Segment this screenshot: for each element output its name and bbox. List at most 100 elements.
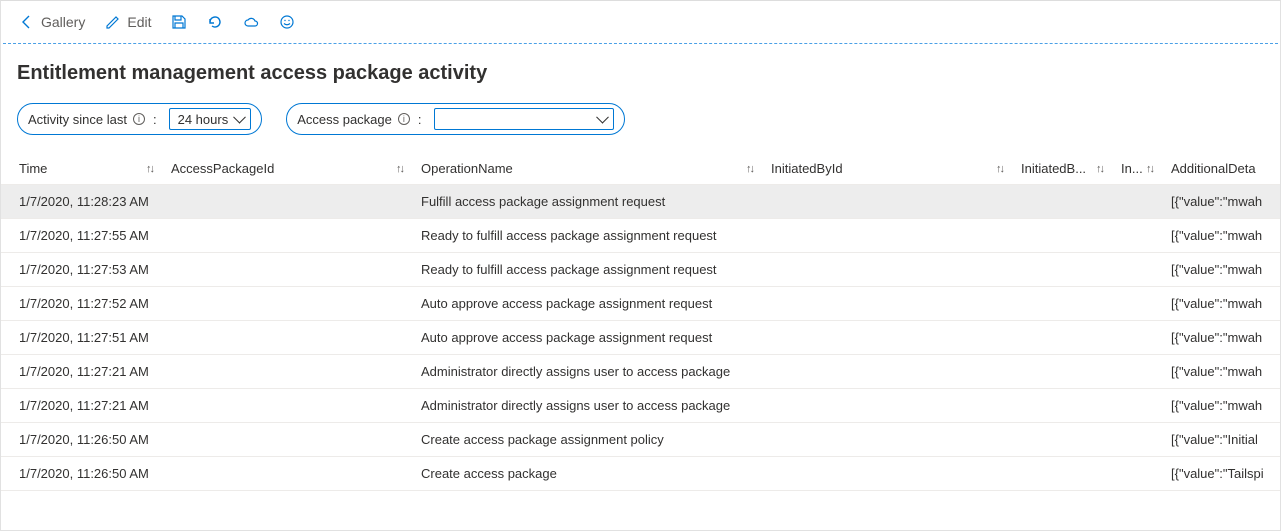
colon: : (151, 112, 159, 127)
cell-add: [{"value":"Initial (1161, 423, 1280, 457)
table-row[interactable]: 1/7/2020, 11:26:50 AMCreate access packa… (1, 457, 1280, 491)
save-button[interactable] (165, 10, 193, 34)
sort-icon[interactable]: ↑↓ (1096, 163, 1103, 175)
col-accesspackageid[interactable]: AccessPackageId↑↓ (161, 153, 411, 185)
results-table: Time↑↓ AccessPackageId↑↓ OperationName↑↓… (1, 153, 1280, 491)
sort-icon[interactable]: ↑↓ (146, 163, 153, 175)
cell-add: [{"value":"mwah (1161, 321, 1280, 355)
access-package-filter[interactable]: Access package i : (286, 103, 624, 135)
cell-add: [{"value":"Tailspi (1161, 457, 1280, 491)
cell-op: Ready to fulfill access package assignme… (411, 253, 761, 287)
cell-bytype (1011, 185, 1111, 219)
cell-byid (761, 389, 1011, 423)
cell-in (1111, 253, 1161, 287)
cell-add: [{"value":"mwah (1161, 389, 1280, 423)
col-additionaldetails[interactable]: AdditionalDeta (1161, 153, 1280, 185)
info-icon[interactable]: i (398, 113, 410, 125)
table-row[interactable]: 1/7/2020, 11:28:23 AM Fulfill access pack… (1, 185, 1280, 219)
filter-bar: Activity since last i : 24 hours Access … (1, 103, 1280, 153)
pencil-icon (105, 14, 121, 30)
sort-icon[interactable]: ↑↓ (996, 163, 1003, 175)
cell-byid (761, 287, 1011, 321)
header-row: Time↑↓ AccessPackageId↑↓ OperationName↑↓… (1, 153, 1280, 185)
table-row[interactable]: 1/7/2020, 11:27:51 AMAuto approve access… (1, 321, 1280, 355)
save-icon (171, 14, 187, 30)
cell-in (1111, 457, 1161, 491)
activity-dropdown[interactable]: 24 hours (169, 108, 252, 130)
table-row[interactable]: 1/7/2020, 11:27:21 AM Administrator direc… (1, 355, 1280, 389)
cell-byid (761, 253, 1011, 287)
refresh-button[interactable] (201, 10, 229, 34)
divider (3, 43, 1278, 44)
col-in[interactable]: In...↑↓ (1111, 153, 1161, 185)
cell-op: Administrator directly assigns user to a… (411, 389, 761, 423)
sort-icon[interactable]: ↑↓ (746, 163, 753, 175)
cell-byid (761, 423, 1011, 457)
share-button[interactable] (237, 10, 265, 34)
cell-time: 1/7/2020, 11:27:21 AM (1, 355, 161, 389)
cell-in (1111, 219, 1161, 253)
col-initiatedbytype[interactable]: InitiatedB...↑↓ (1011, 153, 1111, 185)
cell-in (1111, 287, 1161, 321)
cell-op: Create access package (411, 457, 761, 491)
sort-icon[interactable]: ↑↓ (396, 163, 403, 175)
activity-label: Activity since last (28, 112, 127, 127)
cell-byid (761, 219, 1011, 253)
toolbar: Gallery Edit (1, 1, 1280, 43)
cell-time: 1/7/2020, 11:28:23 AM (1, 185, 161, 219)
col-initiatedbyid[interactable]: InitiatedById↑↓ (761, 153, 1011, 185)
feedback-button[interactable] (273, 10, 301, 34)
cell-in (1111, 389, 1161, 423)
table-row[interactable]: 1/7/2020, 11:27:21 AMAdministrator direc… (1, 389, 1280, 423)
colon: : (416, 112, 424, 127)
cloud-icon (243, 14, 259, 30)
back-arrow-icon (19, 14, 35, 30)
table-row[interactable]: 1/7/2020, 11:27:53 AMReady to fulfill ac… (1, 253, 1280, 287)
cell-time: 1/7/2020, 11:27:55 AM (1, 219, 161, 253)
gallery-label: Gallery (41, 14, 85, 30)
cell-bytype (1011, 321, 1111, 355)
cell-op: Auto approve access package assignment r… (411, 287, 761, 321)
col-time[interactable]: Time↑↓ (1, 153, 161, 185)
cell-byid (761, 321, 1011, 355)
cell-op: Ready to fulfill access package assignme… (411, 219, 761, 253)
sort-icon[interactable]: ↑↓ (1146, 163, 1153, 175)
edit-button[interactable]: Edit (99, 10, 157, 34)
workbook-panel: Gallery Edit E (0, 0, 1281, 531)
cell-pkg (161, 185, 411, 219)
package-dropdown[interactable] (434, 108, 614, 130)
table-row[interactable]: 1/7/2020, 11:27:52 AM Auto approve access… (1, 287, 1280, 321)
package-label: Access package (297, 112, 392, 127)
cell-bytype (1011, 389, 1111, 423)
cell-bytype (1011, 219, 1111, 253)
cell-add: [{"value":"mwah (1161, 219, 1280, 253)
gallery-button[interactable]: Gallery (13, 10, 91, 34)
cell-bytype (1011, 423, 1111, 457)
page-title: Entitlement management access package ac… (1, 48, 1280, 103)
cell-op: Fulfill access package assignment reques… (411, 185, 761, 219)
cell-op: Administrator directly assigns user to a… (411, 355, 761, 389)
cell-add: [{"value":"mwah (1161, 355, 1280, 389)
activity-since-filter[interactable]: Activity since last i : 24 hours (17, 103, 262, 135)
info-icon[interactable]: i (133, 113, 145, 125)
cell-add: [{"value":"mwah (1161, 253, 1280, 287)
cell-byid (761, 185, 1011, 219)
cell-in (1111, 185, 1161, 219)
table-row[interactable]: 1/7/2020, 11:27:55 AM Ready to fulfill ac… (1, 219, 1280, 253)
cell-time: 1/7/2020, 11:27:52 AM (1, 287, 161, 321)
cell-pkg (161, 321, 411, 355)
cell-pkg (161, 457, 411, 491)
cell-pkg (161, 219, 411, 253)
activity-value: 24 hours (178, 112, 229, 127)
smiley-icon (279, 14, 295, 30)
cell-in (1111, 321, 1161, 355)
cell-bytype (1011, 253, 1111, 287)
cell-pkg (161, 423, 411, 457)
table-row[interactable]: 1/7/2020, 11:26:50 AM Create access packa… (1, 423, 1280, 457)
cell-time: 1/7/2020, 11:26:50 AM (1, 423, 161, 457)
cell-add: [{"value":"mwah (1161, 185, 1280, 219)
cell-in (1111, 355, 1161, 389)
cell-pkg (161, 253, 411, 287)
cell-op: Create access package assignment policy (411, 423, 761, 457)
col-operationname[interactable]: OperationName↑↓ (411, 153, 761, 185)
